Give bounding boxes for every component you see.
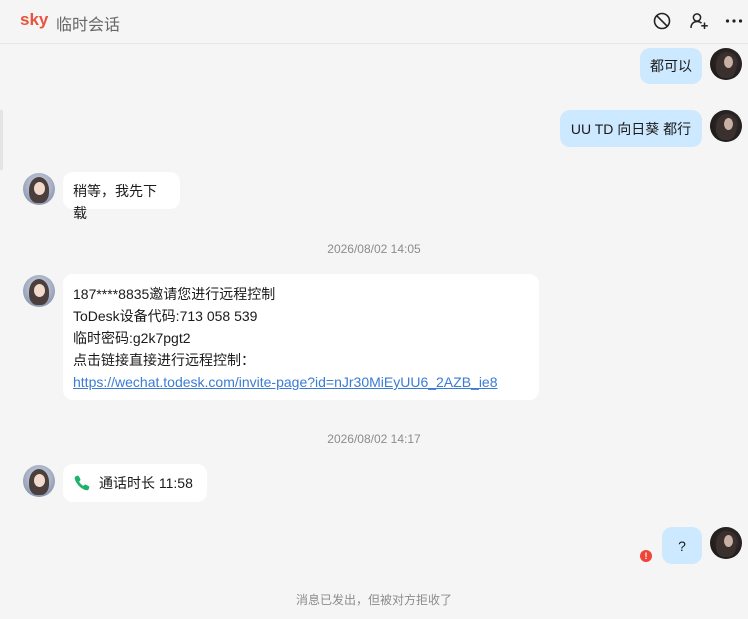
send-failed-icon[interactable]: ! <box>640 550 652 562</box>
avatar[interactable] <box>23 173 55 205</box>
phone-icon <box>73 474 91 492</box>
add-contact-icon[interactable] <box>688 10 710 32</box>
more-icon[interactable] <box>723 10 745 32</box>
timestamp: 2026/08/02 14:05 <box>327 242 421 256</box>
message-text: ? <box>678 538 686 554</box>
message-bubble-sent[interactable]: ? <box>662 527 702 564</box>
avatar-face <box>724 56 733 68</box>
message-text: 都可以 <box>650 58 692 74</box>
invite-line: 187****8835邀请您进行远程控制 <box>73 286 276 302</box>
avatar-face <box>34 284 45 297</box>
message-text: 稍等，我先下载 <box>73 183 157 221</box>
chat-header: sky 临时会话 <box>0 0 748 44</box>
rejected-status-note: 消息已发出，但被对方拒收了 <box>295 593 452 607</box>
window-edge <box>0 110 3 170</box>
contact-name[interactable]: sky <box>20 10 48 30</box>
device-code-line: ToDesk设备代码:713 058 539 <box>73 308 258 324</box>
avatar[interactable] <box>23 275 55 307</box>
avatar-face <box>724 118 733 130</box>
message-bubble-received[interactable]: 187****8835邀请您进行远程控制 ToDesk设备代码:713 058 … <box>63 274 539 400</box>
avatar[interactable] <box>23 465 55 497</box>
avatar[interactable] <box>710 110 742 142</box>
remote-control-link[interactable]: https://wechat.todesk.com/invite-page?id… <box>73 371 529 393</box>
session-type-label: 临时会话 <box>56 17 121 34</box>
message-bubble-received[interactable]: 稍等，我先下载 <box>63 172 180 221</box>
message-bubble-sent[interactable]: UU TD 向日葵 都行 <box>560 110 702 147</box>
timestamp: 2026/08/02 14:17 <box>327 432 421 446</box>
avatar[interactable] <box>710 48 742 80</box>
message-text: UU TD 向日葵 都行 <box>570 121 692 137</box>
avatar-face <box>724 535 733 547</box>
message-bubble-sent[interactable]: 都可以 <box>640 48 702 84</box>
block-icon[interactable] <box>651 10 673 32</box>
call-duration: 通话时长 11:58 <box>99 475 193 491</box>
temp-password-line: 临时密码:g2k7pgt2 <box>73 330 191 346</box>
call-record-bubble[interactable]: 通话时长 11:58 <box>63 464 207 502</box>
avatar-face <box>34 474 45 487</box>
avatar[interactable] <box>710 527 742 559</box>
instruction-line: 点击链接直接进行远程控制： <box>73 352 255 368</box>
avatar-face <box>34 182 45 195</box>
